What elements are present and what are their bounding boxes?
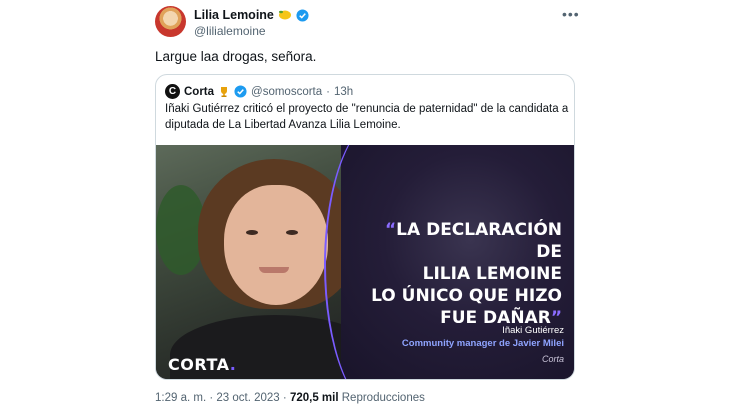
tweet: Lilia Lemoine @lilialemoine ••• Largue l…	[0, 0, 730, 410]
tweet-text: Largue laa drogas, señora.	[155, 49, 317, 64]
views-label: Reproducciones	[341, 392, 425, 404]
lemon-emoji-icon	[278, 10, 291, 20]
tweet-date[interactable]: 23 oct. 2023	[216, 392, 279, 404]
more-options-icon[interactable]: •••	[562, 6, 579, 22]
attribution-name: Iñaki Gutiérrez	[502, 325, 564, 336]
face-shape	[224, 185, 328, 305]
media-source: Corta	[541, 354, 564, 364]
corta-logo-text: CORTA	[168, 355, 230, 374]
verified-badge-icon	[296, 8, 309, 22]
tweet-time[interactable]: 1:29 a. m.	[155, 392, 206, 404]
corta-logo: CORTA.	[168, 355, 236, 374]
quoted-tweet[interactable]: C Corta @somoscorta · 13h Iñaki Gutiérre…	[155, 74, 575, 380]
verified-badge-icon	[234, 85, 247, 98]
quoted-media-image[interactable]: “LA DECLARACIÓN DE LILIA LEMOINE LO ÚNIC…	[156, 145, 574, 379]
quoted-author-handle[interactable]: @somoscorta	[251, 86, 322, 98]
eye-shape	[246, 230, 258, 235]
quote-line-1: LA DECLARACIÓN DE	[396, 220, 562, 262]
open-quote-mark: “	[384, 220, 397, 240]
mouth-shape	[259, 267, 289, 273]
quote-line-3: LO ÚNICO QUE HIZO	[371, 286, 562, 306]
media-quote-text: “LA DECLARACIÓN DE LILIA LEMOINE LO ÚNIC…	[370, 219, 562, 329]
trophy-emoji-icon	[221, 86, 228, 97]
quote-line-2: LILIA LEMOINE	[422, 264, 562, 284]
quoted-author-avatar[interactable]: C	[165, 84, 180, 99]
separator-dot: ·	[282, 392, 287, 404]
quoted-tweet-header: C Corta @somoscorta · 13h	[165, 84, 353, 99]
quoted-author-name[interactable]: Corta	[184, 86, 214, 98]
author-name-row[interactable]: Lilia Lemoine	[194, 8, 309, 22]
corta-logo-dot: .	[229, 355, 237, 374]
author-name[interactable]: Lilia Lemoine	[194, 8, 274, 22]
author-handle[interactable]: @lilialemoine	[194, 24, 266, 38]
separator-dot: ·	[209, 392, 214, 404]
eye-shape	[286, 230, 298, 235]
tweet-meta: 1:29 a. m. · 23 oct. 2023 · 720,5 mil Re…	[155, 392, 425, 404]
views-count: 720,5 mil	[289, 392, 339, 404]
separator-dot: ·	[326, 85, 330, 98]
attribution-role: Community manager de Javier Milei	[401, 338, 564, 349]
author-avatar[interactable]	[155, 6, 186, 37]
quoted-timestamp[interactable]: 13h	[334, 86, 353, 98]
quoted-tweet-text: Iñaki Gutiérrez criticó el proyecto de "…	[165, 103, 569, 131]
